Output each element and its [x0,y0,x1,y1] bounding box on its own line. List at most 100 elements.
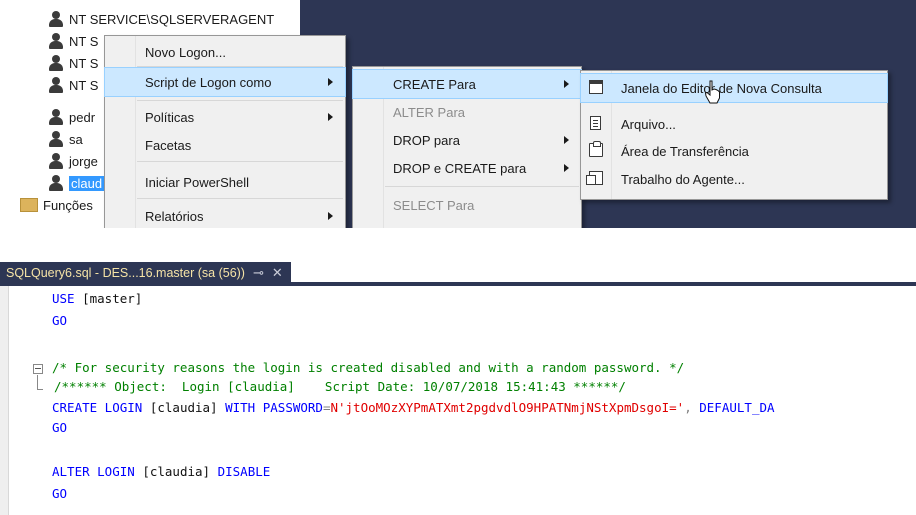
code-token: ALTER LOGIN [52,464,135,479]
tree-item-login[interactable]: NT S [48,52,98,74]
menu-item-policies[interactable]: Políticas [105,103,345,131]
menu-item-alter-to[interactable]: ALTER Para [353,98,581,126]
code-token: GO [52,313,68,328]
menu-separator [137,198,343,199]
submenu-arrow-icon [564,164,569,172]
menu-separator [385,186,579,187]
code-line: GO [52,311,67,331]
tree-item-label: Funções [43,197,93,213]
tree-item-label: claud [69,175,105,191]
code-token: USE [52,291,75,306]
menu-item-new-logon[interactable]: Novo Logon... [105,38,345,66]
user-icon [48,153,64,169]
menu-item-label: Facetas [145,137,192,153]
code-line: USE [master] [52,289,142,309]
code-token: [master] [74,291,143,306]
menu-item-agent-job[interactable]: Trabalho do Agente... [581,165,887,193]
code-line: /* For security reasons the login is cre… [52,358,684,378]
menu-item-reports[interactable]: Relatórios [105,202,345,228]
user-icon [48,33,64,49]
menu-item-label: ALTER Para [393,104,466,120]
agent-job-icon [586,171,603,185]
menu-item-label: Iniciar PowerShell [145,174,250,190]
tab-title: SQLQuery6.sql - DES...16.master (sa (56)… [6,265,245,280]
tree-item-login[interactable]: pedr [48,106,95,128]
code-line: CREATE LOGIN [claudia] WITH PASSWORD=N'j… [52,398,775,418]
submenu-arrow-icon [564,136,569,144]
tree-item-login[interactable]: NT SERVICE\SQLSERVERAGENT [48,8,274,30]
menu-item-select-to[interactable]: SELECT Para [353,191,581,219]
editor-gutter [0,286,9,515]
code-token: , [684,400,692,415]
menu-item-label: Arquivo... [621,116,676,132]
tree-item-label: NT S [69,55,99,71]
object-explorer-panel: NT SERVICE\SQLSERVERAGENT NT S NT S NT S… [0,0,916,228]
submenu-arrow-icon [328,113,333,121]
tree-item-label: pedr [69,109,96,125]
menu-item-drop-and-create-to[interactable]: DROP e CREATE para [353,154,581,182]
menu-separator [137,100,343,101]
user-icon [48,11,64,27]
code-token: WITH PASSWORD [225,400,323,415]
menu-item-start-powershell[interactable]: Iniciar PowerShell [105,168,345,196]
menu-item-label: Relatórios [145,208,204,224]
menu-item-label: CREATE Para [393,76,476,92]
tree-item-login-selected[interactable]: claud [48,172,105,194]
menu-item-create-to[interactable]: CREATE Para [352,69,582,99]
pin-icon[interactable]: ⊸ [253,265,264,281]
tree-item-label: NT S [69,33,99,49]
menu-item-label: Trabalho do Agente... [621,171,745,187]
tab-strip [0,282,916,286]
code-token: [claudia] [142,400,226,415]
menu-item-script-logon-as[interactable]: Script de Logon como [104,67,346,97]
script-submenu: CREATE Para ALTER Para DROP para DROP e … [352,66,582,228]
code-token: CREATE LOGIN [52,400,143,415]
user-icon [48,55,64,71]
tree-item-login[interactable]: NT S [48,30,98,52]
user-icon [48,77,64,93]
query-editor-panel: SQLQuery6.sql - DES...16.master (sa (56)… [0,256,916,515]
tab-query-document[interactable]: SQLQuery6.sql - DES...16.master (sa (56)… [0,262,291,283]
code-line: /****** Object: Login [claudia] Script D… [54,377,626,397]
close-icon[interactable]: ✕ [272,265,283,281]
tree-item-login[interactable]: sa [48,128,83,150]
collapse-toggle-icon[interactable] [33,364,43,374]
user-icon [48,109,64,125]
code-comment: /****** Object: Login [claudia] Script D… [54,379,626,394]
code-token: DEFAULT_DA [691,400,775,415]
menu-item-drop-to[interactable]: DROP para [353,126,581,154]
user-icon [48,131,64,147]
menu-item-label: Novo Logon... [145,44,226,60]
code-line: GO [52,418,67,438]
menu-item-label: DROP para [393,132,460,148]
menu-item-clipboard[interactable]: Área de Transferência [581,137,887,165]
tree-item-login[interactable]: NT S [48,74,98,96]
tree-item-login[interactable]: jorge [48,150,98,172]
tree-item-label: jorge [69,153,98,169]
code-token: DISABLE [217,464,271,479]
tree-item-folder[interactable]: Funções [20,194,93,216]
menu-item-new-query-editor-window[interactable]: Janela do Editor de Nova Consulta [580,73,888,103]
menu-item-label: SELECT Para [393,197,475,213]
menu-item-label: DROP e CREATE para [393,160,527,176]
code-line: ALTER LOGIN [claudia] DISABLE [52,462,270,482]
outline-guide [37,389,43,390]
menu-item-facets[interactable]: Facetas [105,131,345,159]
tree-item-label: NT S [69,77,99,93]
context-menu: Novo Logon... Script de Logon como Polít… [104,35,346,228]
code-line: GO [52,484,67,504]
code-token: GO [52,486,68,501]
submenu-arrow-icon [328,78,333,86]
menu-item-file[interactable]: Arquivo... [581,110,887,138]
tree-item-label: NT SERVICE\SQLSERVERAGENT [69,11,275,27]
outline-guide [37,375,38,389]
menu-item-label: Área de Transferência [621,143,749,159]
code-token: [claudia] [134,464,218,479]
menu-item-label: Script de Logon como [145,74,272,90]
code-comment: /* For security reasons the login is cre… [52,360,685,375]
clipboard-icon [589,141,603,157]
submenu-arrow-icon [328,212,333,220]
menu-item-label: Políticas [145,109,195,125]
create-submenu: Janela do Editor de Nova Consulta Arquiv… [580,70,888,200]
menu-separator [137,161,343,162]
